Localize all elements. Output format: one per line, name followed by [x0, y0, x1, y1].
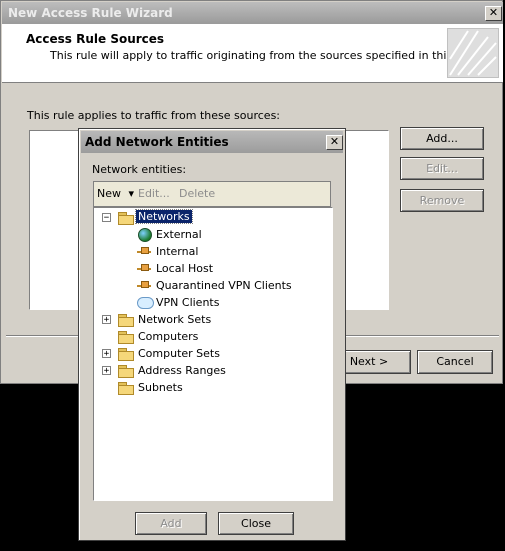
- tree-node-quarantined-vpn[interactable]: Quarantined VPN Clients: [156, 279, 292, 292]
- wizard-title-bar: New Access Rule Wizard ✕: [2, 2, 503, 24]
- edit-button[interactable]: Edit...: [400, 157, 484, 180]
- folder-icon: [118, 365, 134, 378]
- new-label: New: [97, 187, 121, 200]
- tree-node-internal[interactable]: Internal: [156, 245, 198, 258]
- dialog-close-button[interactable]: Close: [218, 512, 294, 535]
- collapse-networks-icon[interactable]: −: [102, 213, 111, 223]
- tree-node-address-ranges[interactable]: Address Ranges: [138, 364, 226, 377]
- dialog-add-button[interactable]: Add: [135, 512, 207, 535]
- wizard-header-graphic: [447, 28, 499, 78]
- decorative-lines-icon: [449, 30, 497, 76]
- page-subtitle: This rule will apply to traffic originat…: [50, 49, 487, 62]
- expand-computer-sets-icon[interactable]: +: [102, 349, 111, 359]
- add-button[interactable]: Add...: [400, 127, 484, 150]
- tree-node-local-host[interactable]: Local Host: [156, 262, 213, 275]
- page-title: Access Rule Sources: [26, 32, 165, 46]
- folder-icon: [118, 331, 134, 344]
- sources-label: This rule applies to traffic from these …: [27, 109, 281, 122]
- folder-open-icon: [118, 212, 134, 225]
- network-entities-label: Network entities:: [92, 163, 187, 176]
- dialog-close-icon[interactable]: ✕: [326, 135, 343, 150]
- tree-node-computer-sets[interactable]: Computer Sets: [138, 347, 220, 360]
- network-icon: [137, 246, 152, 257]
- expand-address-ranges-icon[interactable]: +: [102, 366, 111, 376]
- network-icon: [137, 263, 152, 274]
- wizard-close-button[interactable]: ✕: [485, 6, 502, 21]
- tree-node-vpn-clients[interactable]: VPN Clients: [156, 296, 219, 309]
- expand-network-sets-icon[interactable]: +: [102, 315, 111, 325]
- folder-icon: [118, 348, 134, 361]
- dialog-title: Add Network Entities: [85, 135, 229, 149]
- remove-button[interactable]: Remove: [400, 189, 484, 212]
- tree-node-external[interactable]: External: [156, 228, 202, 241]
- tree-node-networks[interactable]: Networks: [135, 209, 193, 224]
- globe-icon: [138, 228, 152, 242]
- tree-node-computers[interactable]: Computers: [138, 330, 198, 343]
- dialog-title-bar: Add Network Entities ✕: [81, 131, 343, 153]
- dropdown-arrow-icon: ▾: [128, 187, 135, 200]
- entities-toolbar: New ▾ Edit... Delete: [93, 181, 331, 207]
- network-entities-tree[interactable]: − Networks External Internal Local Host …: [93, 207, 333, 501]
- new-menu-button[interactable]: New ▾: [97, 187, 134, 200]
- toolbar-delete-button[interactable]: Delete: [179, 187, 215, 200]
- wizard-title: New Access Rule Wizard: [8, 6, 173, 20]
- add-network-entities-dialog: Add Network Entities ✕ Network entities:…: [78, 128, 346, 541]
- toolbar-edit-button[interactable]: Edit...: [138, 187, 170, 200]
- tree-node-network-sets[interactable]: Network Sets: [138, 313, 211, 326]
- wizard-header: Access Rule Sources This rule will apply…: [2, 24, 503, 83]
- folder-icon: [118, 382, 134, 395]
- folder-icon: [118, 314, 134, 327]
- network-icon: [137, 280, 152, 291]
- tree-node-subnets[interactable]: Subnets: [138, 381, 183, 394]
- vpn-cloud-icon: [137, 297, 154, 309]
- cancel-button[interactable]: Cancel: [417, 350, 493, 374]
